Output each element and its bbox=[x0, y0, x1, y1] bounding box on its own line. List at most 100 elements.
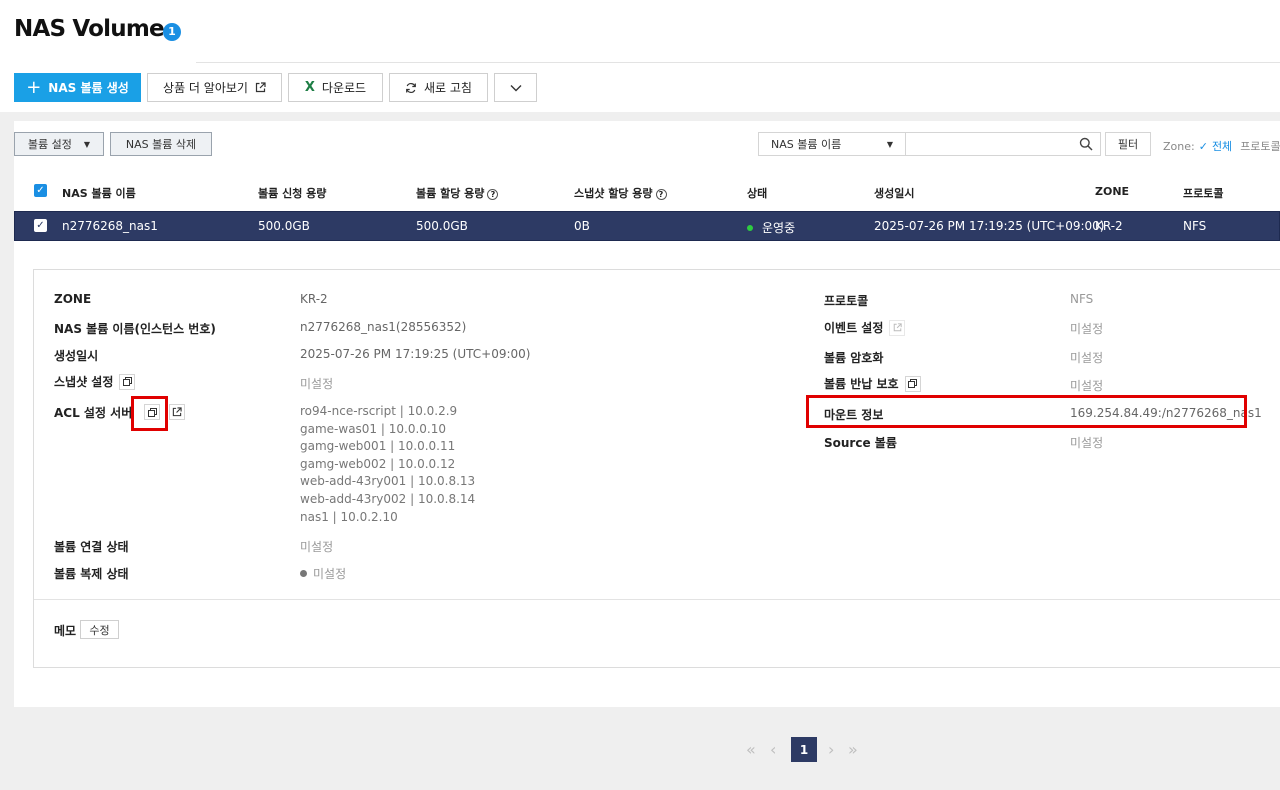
row-status: 운영중 bbox=[747, 219, 795, 236]
column-header-status[interactable]: 상태 bbox=[747, 185, 767, 201]
zone-filter-label: Zone: bbox=[1163, 140, 1195, 153]
caret-down-icon: ▼ bbox=[886, 139, 893, 149]
refresh-icon bbox=[406, 82, 416, 93]
header-divider bbox=[196, 62, 1280, 63]
search-field-value: NAS 볼륨 이름 bbox=[771, 138, 842, 151]
create-volume-button[interactable]: + NAS 볼륨 생성 bbox=[14, 73, 141, 102]
memo-label: 메모 bbox=[54, 624, 77, 638]
search-field-select[interactable]: NAS 볼륨 이름 ▼ bbox=[758, 132, 906, 156]
list-item: game-was01 | 10.0.0.10 bbox=[300, 421, 446, 436]
zone-filter[interactable]: Zone: ✓ 전체 프로토콜 bbox=[1163, 138, 1280, 154]
search-icon[interactable] bbox=[1079, 137, 1093, 151]
detail-label-created: 생성일시 bbox=[54, 349, 99, 363]
refresh-button[interactable]: 새로 고침 bbox=[389, 73, 488, 102]
column-header-requested[interactable]: 볼륨 신청 용량 bbox=[258, 185, 326, 201]
detail-label-connection: 볼륨 연결 상태 bbox=[54, 540, 129, 554]
highlight-box-acl-copy bbox=[131, 396, 168, 431]
detail-value-protocol: NFS bbox=[1070, 292, 1094, 306]
chevron-down-icon bbox=[510, 84, 521, 91]
status-dot-icon bbox=[747, 225, 753, 231]
detail-label-source: Source 볼륨 bbox=[824, 436, 897, 450]
more-dropdown-button[interactable] bbox=[494, 73, 537, 102]
detail-label-snapshot: 스냅샷 설정 bbox=[54, 373, 136, 390]
page-title: NAS Volume bbox=[14, 16, 165, 42]
highlight-box-mount bbox=[806, 395, 1247, 428]
column-header-created[interactable]: 생성일시 bbox=[874, 185, 914, 201]
excel-icon: X bbox=[304, 80, 315, 95]
plus-icon: + bbox=[26, 76, 42, 98]
search-input[interactable] bbox=[905, 132, 1101, 156]
volume-settings-label: 볼륨 설정 bbox=[27, 138, 72, 151]
help-icon[interactable]: ? bbox=[487, 189, 499, 200]
volume-settings-dropdown[interactable]: 볼륨 설정 ▼ bbox=[14, 132, 104, 156]
count-badge: 1 bbox=[163, 23, 181, 41]
first-page-icon[interactable]: « bbox=[746, 740, 756, 759]
external-link-icon[interactable] bbox=[889, 319, 906, 336]
column-header-zone[interactable]: ZONE bbox=[1095, 185, 1129, 198]
detail-label-return-protection: 볼륨 반납 보호 bbox=[824, 375, 921, 392]
learn-more-button[interactable]: 상품 더 알아보기 bbox=[147, 73, 282, 102]
column-header-allocated[interactable]: 볼륨 할당 용량? bbox=[416, 185, 499, 201]
protocol-filter-label: 프로토콜 bbox=[1240, 140, 1280, 153]
list-item: nas1 | 10.0.2.10 bbox=[300, 509, 398, 524]
prev-page-icon[interactable]: ‹ bbox=[770, 740, 776, 759]
row-created: 2025-07-26 PM 17:19:25 (UTC+09:00) bbox=[874, 219, 1105, 233]
list-item: web-add-43ry002 | 10.0.8.14 bbox=[300, 491, 476, 506]
list-item: web-add-43ry001 | 10.0.8.13 bbox=[300, 474, 476, 489]
column-header-protocol[interactable]: 프로토콜 bbox=[1183, 185, 1223, 201]
download-label: 다운로드 bbox=[321, 81, 367, 95]
event-label-text: 이벤트 설정 bbox=[824, 321, 884, 335]
detail-value-event: 미설정 bbox=[1070, 322, 1104, 336]
row-requested: 500.0GB bbox=[258, 219, 310, 233]
check-icon: ✓ bbox=[1198, 140, 1208, 153]
select-all-checkbox[interactable]: ✓ bbox=[34, 184, 47, 197]
acl-server-list: ro94-nce-rscript | 10.0.2.9 game-was01 |… bbox=[300, 403, 475, 526]
detail-label-name: NAS 볼륨 이름(인스턴스 번호) bbox=[54, 322, 216, 336]
detail-value-snapshot: 미설정 bbox=[300, 377, 334, 391]
replication-value-text: 미설정 bbox=[313, 567, 347, 581]
detail-label-event: 이벤트 설정 bbox=[824, 319, 906, 336]
detail-value-name: n2776268_nas1(28556352) bbox=[300, 320, 467, 334]
detail-value-replication: 미설정 bbox=[300, 565, 346, 582]
refresh-label: 새로 고침 bbox=[424, 81, 472, 95]
row-name: n2776268_nas1 bbox=[62, 219, 158, 233]
detail-value-created: 2025-07-26 PM 17:19:25 (UTC+09:00) bbox=[300, 347, 531, 361]
status-dot-icon bbox=[300, 570, 307, 577]
learn-more-label: 상품 더 알아보기 bbox=[163, 81, 248, 95]
copy-icon[interactable] bbox=[904, 375, 921, 392]
current-page-button[interactable]: 1 bbox=[791, 737, 817, 762]
column-header-snapshot[interactable]: 스냅샷 할당 용량? bbox=[574, 185, 667, 201]
detail-label-protocol: 프로토콜 bbox=[824, 294, 869, 308]
row-protocol: NFS bbox=[1183, 219, 1207, 233]
detail-value-source: 미설정 bbox=[1070, 436, 1104, 450]
list-item: ro94-nce-rscript | 10.0.2.9 bbox=[300, 404, 458, 418]
list-item: gamg-web001 | 10.0.0.11 bbox=[300, 439, 456, 454]
help-icon[interactable]: ? bbox=[655, 189, 667, 200]
detail-value-connection: 미설정 bbox=[300, 540, 334, 554]
detail-value-zone: KR-2 bbox=[300, 292, 328, 306]
detail-label-acl: ACL 설정 서버 bbox=[54, 406, 133, 420]
filter-button[interactable]: 필터 bbox=[1105, 132, 1151, 156]
last-page-icon[interactable]: » bbox=[848, 740, 858, 759]
column-header-snapshot-label: 스냅샷 할당 용량 bbox=[574, 187, 653, 200]
external-link-icon[interactable] bbox=[169, 404, 185, 420]
detail-label-encryption: 볼륨 암호화 bbox=[824, 351, 884, 365]
row-zone: KR-2 bbox=[1095, 219, 1123, 233]
detail-divider bbox=[34, 599, 1280, 600]
next-page-icon[interactable]: › bbox=[828, 740, 834, 759]
download-button[interactable]: X 다운로드 bbox=[288, 73, 383, 102]
detail-label-replication: 볼륨 복제 상태 bbox=[54, 567, 129, 581]
zone-filter-value: 전체 bbox=[1211, 140, 1233, 153]
delete-volume-button[interactable]: NAS 볼륨 삭제 bbox=[110, 132, 212, 156]
delete-volume-label: NAS 볼륨 삭제 bbox=[125, 138, 197, 151]
row-status-label: 운영중 bbox=[762, 221, 796, 235]
copy-icon[interactable] bbox=[119, 373, 136, 390]
snapshot-label-text: 스냅샷 설정 bbox=[54, 375, 114, 389]
memo-edit-button[interactable]: 수정 bbox=[80, 620, 119, 639]
row-allocated: 500.0GB bbox=[416, 219, 468, 233]
return-protection-label-text: 볼륨 반납 보호 bbox=[824, 377, 899, 391]
row-checkbox[interactable]: ✓ bbox=[34, 219, 47, 232]
create-volume-label: NAS 볼륨 생성 bbox=[48, 81, 129, 95]
column-header-name[interactable]: NAS 볼륨 이름 bbox=[62, 185, 136, 201]
detail-label-zone: ZONE bbox=[54, 292, 92, 306]
